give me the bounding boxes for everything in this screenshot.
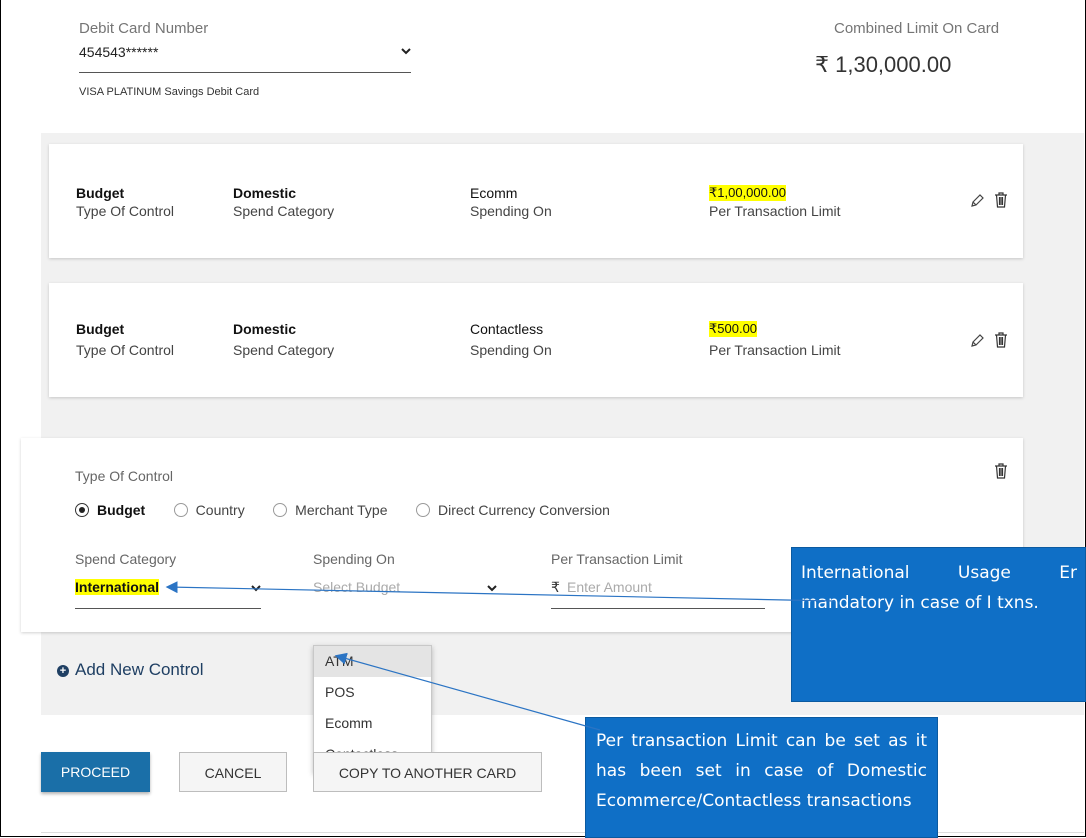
arrow-to-international [165, 581, 836, 602]
annotation-arrows [165, 581, 836, 731]
arrow-to-atm [334, 652, 601, 731]
